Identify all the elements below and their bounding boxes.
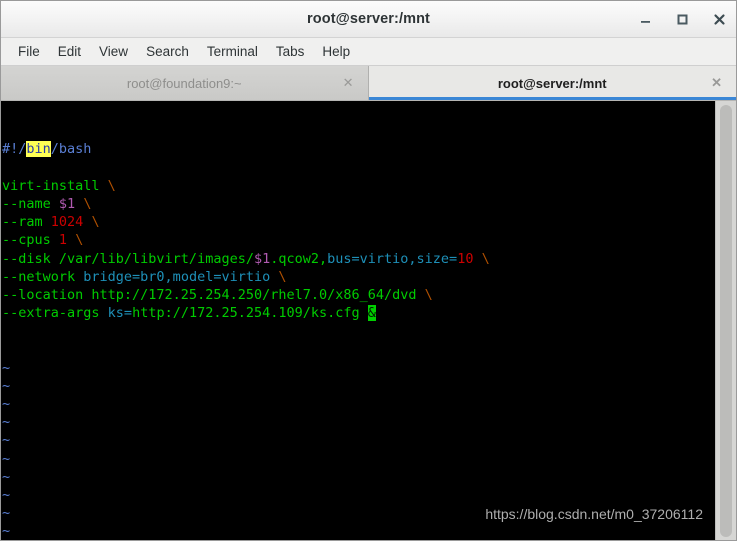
vim-text-segment: \ (481, 250, 490, 267)
vim-empty-line-marker: ~ (2, 396, 11, 413)
maximize-icon[interactable] (674, 11, 691, 28)
minimize-icon[interactable] (637, 11, 654, 28)
vim-empty-line-marker: ~ (2, 377, 11, 394)
vim-text-segment: \ (278, 268, 287, 285)
vim-line: --extra-args ks=http://172.25.254.109/ks… (1, 304, 715, 322)
menu-item-search[interactable]: Search (137, 41, 198, 62)
vim-text-segment: ks= (107, 305, 133, 322)
vim-text-segment: \ (83, 195, 92, 212)
close-icon[interactable] (711, 11, 728, 28)
tab-close-icon[interactable]: ✕ (343, 75, 354, 91)
vim-text-segment (67, 232, 75, 248)
vim-text-segment: $1 (253, 250, 271, 267)
menu-item-tabs[interactable]: Tabs (267, 41, 314, 62)
vim-status-line: 10,46 All (1, 523, 715, 540)
vim-line: --name $1 \ (1, 195, 715, 213)
vim-line: #!/bin/bash (1, 140, 715, 158)
vim-text-segment: --name (2, 195, 59, 212)
vim-text-segment: --network (2, 268, 84, 285)
vim-text-segment (360, 305, 368, 321)
window-controls (637, 1, 728, 37)
tab-label: root@server:/mnt (497, 75, 607, 91)
vim-line: --location http://172.25.254.250/rhel7.0… (1, 286, 715, 304)
tab-bar: root@foundation9:~ ✕ root@server:/mnt ✕ (1, 66, 736, 101)
vim-text-segment: \ (91, 214, 100, 231)
vim-line: --ram 1024 \ (1, 213, 715, 231)
vim-text-segment: --cpus (2, 232, 59, 249)
vim-text-segment: bus=virtio,size= (327, 250, 458, 267)
vim-text-segment (473, 251, 481, 267)
vim-line: --disk /var/lib/libvirt/images/$1.qcow2,… (1, 250, 715, 268)
terminal-area: #!/bin/bash virt-install \ --name $1 \ --r… (1, 101, 736, 540)
vim-text-segment: 1 (58, 232, 68, 249)
tab-server-mnt[interactable]: root@server:/mnt ✕ (368, 66, 736, 100)
tab-close-icon[interactable]: ✕ (711, 75, 722, 91)
vim-text-segment: \ (107, 177, 116, 194)
vim-text-segment: --extra-args (2, 305, 108, 322)
menu-item-view[interactable]: View (90, 41, 137, 62)
vim-text-segment: \ (75, 232, 84, 249)
vim-empty-line-markers: ~~~~~~~~~~~~~ (1, 359, 715, 540)
menu-bar: File Edit View Search Terminal Tabs Help (1, 38, 736, 66)
vim-line: --network bridge=br0,model=virtio \ (1, 268, 715, 286)
menu-item-edit[interactable]: Edit (49, 41, 90, 62)
scrollbar-thumb[interactable] (720, 105, 732, 537)
vim-line: virt-install \ (1, 177, 715, 195)
vim-empty-line-marker: ~ (2, 414, 11, 431)
vim-text-segment: bridge=br0,model=virtio (83, 268, 271, 285)
vim-empty-line-marker: ~ (2, 432, 11, 449)
vim-text-segment: --location http://172.25.254.250/rhel7.0… (2, 286, 425, 303)
menu-item-terminal[interactable]: Terminal (198, 41, 267, 62)
vim-text-segment: --disk /var/lib/libvirt/images/ (2, 250, 254, 267)
vim-empty-line-marker: ~ (2, 505, 11, 522)
title-bar: root@server:/mnt (1, 1, 736, 38)
vim-text-segment: \ (424, 286, 433, 303)
vim-editor-buffer[interactable]: #!/bin/bash virt-install \ --name $1 \ --r… (1, 101, 715, 540)
tab-label: root@foundation9:~ (126, 75, 242, 91)
vim-empty-line-marker: ~ (2, 359, 11, 376)
vim-text-lines: #!/bin/bash virt-install \ --name $1 \ --r… (1, 140, 715, 322)
vim-empty-line-marker: ~ (2, 468, 11, 485)
vim-text-segment: 10 (457, 250, 474, 267)
menu-item-help[interactable]: Help (313, 41, 359, 62)
vim-empty-line-marker: ~ (2, 487, 11, 503)
tab-foundation9[interactable]: root@foundation9:~ ✕ (1, 66, 369, 100)
vim-line (1, 159, 715, 177)
vim-empty-line-marker: ~ (2, 450, 11, 467)
vim-line: --cpus 1 \ (1, 231, 715, 249)
menu-item-file[interactable]: File (9, 41, 49, 62)
vertical-scrollbar[interactable] (715, 101, 736, 540)
vim-text-segment: --ram (2, 214, 51, 231)
vim-text-segment: /bash (50, 141, 92, 158)
vim-text-segment: & (367, 305, 376, 322)
vim-text-segment: bin (26, 141, 51, 158)
vim-text-segment: .qcow2, (270, 250, 328, 267)
window-title: root@server:/mnt (307, 11, 430, 27)
vim-text-segment: 1024 (50, 214, 84, 231)
vim-text-segment: $1 (58, 195, 76, 212)
vim-text-segment: http://172.25.254.109/ks.cfg (132, 305, 360, 322)
vim-text-segment: #!/ (2, 141, 27, 158)
vim-text-segment: virt-install (2, 177, 108, 194)
terminal-window: root@server:/mnt File Edit View Search T… (0, 0, 737, 541)
